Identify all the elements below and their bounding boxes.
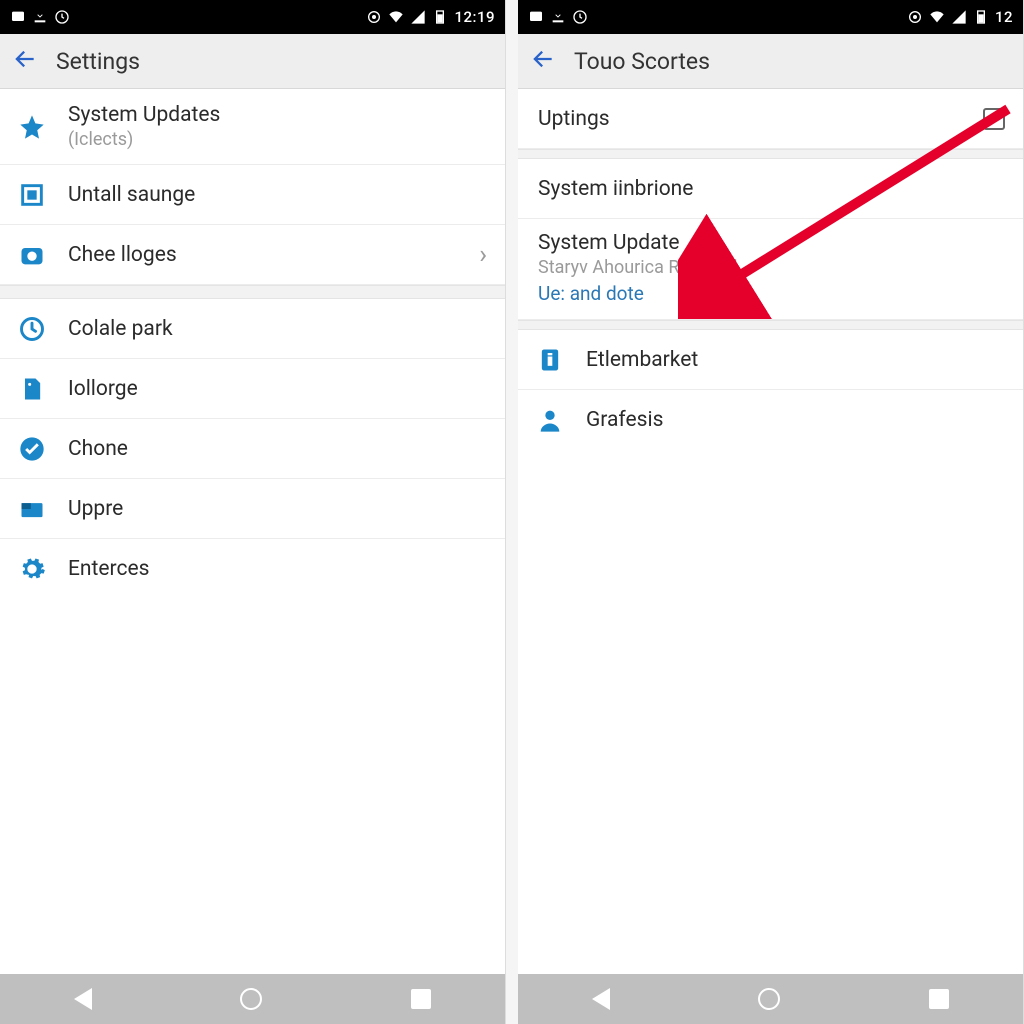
app-bar-right: Touo Scortes (518, 34, 1023, 89)
nav-home-button[interactable] (758, 988, 780, 1010)
row-label: Chone (68, 437, 487, 461)
row-label: Iollorge (68, 377, 487, 401)
location-status-icon (366, 9, 382, 25)
app-bar-left: Settings (0, 34, 505, 89)
card-icon (18, 495, 46, 523)
signal-icon (410, 9, 426, 25)
row-sublabel: (Iclects) (68, 129, 487, 150)
section-divider (518, 320, 1023, 330)
row-label: System iinbrione (538, 177, 1005, 201)
nav-home-button[interactable] (240, 988, 262, 1010)
status-bar: 12:19 (0, 0, 505, 34)
nav-recents-button[interactable] (929, 989, 949, 1009)
row-untall[interactable]: Untall saunge (0, 165, 505, 225)
page-title: Touo Scortes (574, 48, 710, 75)
camera-icon (18, 241, 46, 269)
row-colale[interactable]: Colale park (0, 299, 505, 359)
battery-icon (973, 9, 989, 25)
row-iollorge[interactable]: Iollorge (0, 359, 505, 419)
row-label: Chee lloges (68, 243, 479, 267)
row-label: Etlembarket (586, 348, 1005, 372)
gear-icon (18, 555, 46, 583)
row-label: Uptings (538, 107, 983, 131)
status-left-icons (10, 9, 70, 25)
row-enterces[interactable]: Enterces (0, 539, 505, 599)
row-sublabel: Staryv Ahourica Ristailad (538, 257, 1005, 278)
row-label: Grafesis (586, 408, 1005, 432)
download-icon (550, 9, 566, 25)
row-label: Uppre (68, 497, 487, 521)
section-divider (0, 285, 505, 299)
nav-recents-icon (411, 989, 431, 1009)
clock-icon (18, 315, 46, 343)
row-link[interactable]: Ue: and dote (538, 282, 1005, 305)
nav-home-icon (758, 988, 780, 1010)
nav-back-icon (74, 988, 92, 1010)
phone-right: 12 Touo Scortes Uptings System iinbrione… (518, 0, 1024, 1024)
section-divider (518, 149, 1023, 159)
row-label: System Update (538, 231, 1005, 255)
row-system-updates[interactable]: System Updates (Iclects) (0, 89, 505, 165)
storage-icon (18, 375, 46, 403)
status-right-icons: 12:19 (366, 8, 495, 26)
row-etlembarket[interactable]: Etlembarket (518, 330, 1023, 390)
nav-bar (518, 974, 1023, 1024)
row-system-inbrione[interactable]: System iinbrione (518, 159, 1023, 219)
row-chee[interactable]: Chee lloges › (0, 225, 505, 285)
row-system-update[interactable]: System Update Staryv Ahourica Ristailad … (518, 219, 1023, 320)
wifi-icon (388, 9, 404, 25)
nav-recents-icon (929, 989, 949, 1009)
row-grafesis[interactable]: Grafesis (518, 390, 1023, 450)
wifi-icon (929, 9, 945, 25)
status-left-icons (528, 9, 588, 25)
check-circle-icon (18, 435, 46, 463)
back-button[interactable] (530, 46, 556, 76)
page-title: Settings (56, 48, 140, 75)
nav-recents-button[interactable] (411, 989, 431, 1009)
nav-home-icon (240, 988, 262, 1010)
download-icon (32, 9, 48, 25)
star-icon (18, 113, 46, 141)
status-time: 12 (995, 8, 1013, 26)
message-icon (528, 9, 544, 25)
back-arrow-icon (530, 46, 556, 72)
row-uppre[interactable]: Uppre (0, 479, 505, 539)
clock-status-icon (54, 9, 70, 25)
message-icon (10, 9, 26, 25)
status-time: 12:19 (454, 8, 495, 26)
uptings-checkbox[interactable] (983, 108, 1005, 130)
settings-list-left: System Updates (Iclects) Untall saunge C… (0, 89, 505, 974)
person-icon (536, 406, 564, 434)
row-label: Untall saunge (68, 183, 487, 207)
chevron-right-icon: › (479, 240, 487, 270)
settings-list-right: Uptings System iinbrione System Update S… (518, 89, 1023, 974)
back-button[interactable] (12, 46, 38, 76)
nav-back-button[interactable] (592, 988, 610, 1010)
row-label: System Updates (68, 103, 487, 127)
phone-left: 12:19 Settings System Updates (Iclects) … (0, 0, 506, 1024)
row-label: Colale park (68, 317, 487, 341)
status-bar: 12 (518, 0, 1023, 34)
back-arrow-icon (12, 46, 38, 72)
signal-icon (951, 9, 967, 25)
nav-bar (0, 974, 505, 1024)
square-icon (18, 181, 46, 209)
row-uptings[interactable]: Uptings (518, 89, 1023, 149)
status-right-icons: 12 (907, 8, 1013, 26)
nav-back-icon (592, 988, 610, 1010)
battery-icon (432, 9, 448, 25)
clock-status-icon (572, 9, 588, 25)
row-chone[interactable]: Chone (0, 419, 505, 479)
row-label: Enterces (68, 557, 487, 581)
info-icon (536, 346, 564, 374)
location-status-icon (907, 9, 923, 25)
nav-back-button[interactable] (74, 988, 92, 1010)
